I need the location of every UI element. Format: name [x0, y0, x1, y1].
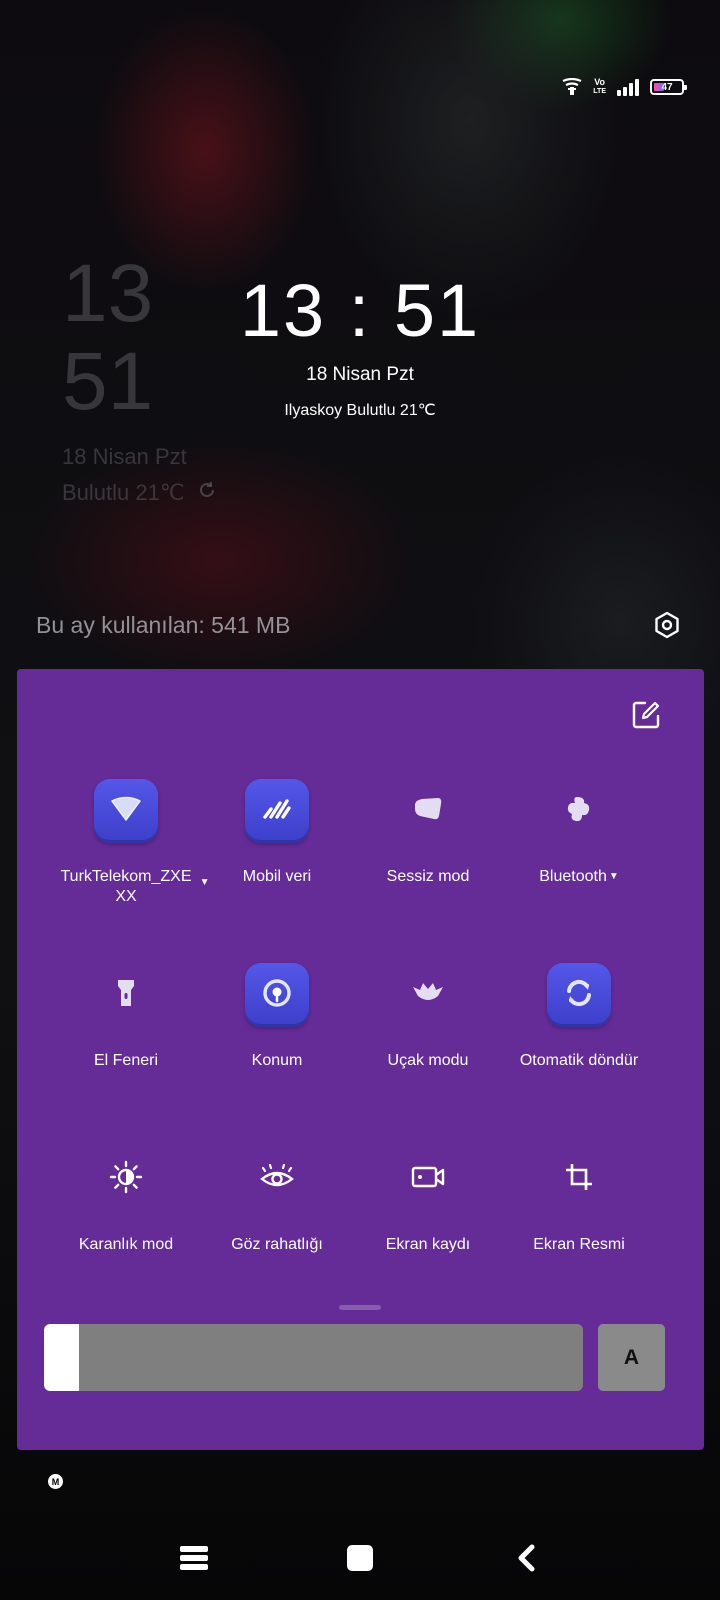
tile-auto-rotate[interactable]: Otomatik döndür [494, 963, 664, 1071]
background-weather: Bulutlu 21℃ [62, 480, 217, 506]
back-icon [515, 1544, 537, 1577]
home-button[interactable] [330, 1530, 390, 1590]
battery-icon: 47 [650, 79, 687, 95]
airplane-mode-tile-icon-box[interactable] [396, 963, 460, 1027]
screenshot-tile-icon-box[interactable] [547, 1147, 611, 1211]
clock-date: 18 Nisan Pzt [306, 364, 414, 385]
settings-icon [654, 611, 680, 644]
screen-record-icon [411, 1165, 445, 1194]
battery-level: 47 [661, 81, 673, 93]
eye-comfort-label: Göz rahatlığı [231, 1236, 323, 1253]
flashlight-icon [114, 977, 138, 1014]
tile-silent-mode[interactable]: Sessiz mod [343, 779, 513, 887]
mobile-data-icon [261, 797, 293, 826]
menu-icon [179, 1545, 209, 1576]
brightness-slider-fill [44, 1324, 80, 1391]
menu-button[interactable] [164, 1530, 224, 1590]
eye-comfort-tile-icon-box[interactable] [245, 1147, 309, 1211]
wifi-icon [110, 796, 142, 827]
tile-screenshot[interactable]: Ekran Resmi [494, 1147, 664, 1255]
auto-brightness-label: A [623, 1345, 640, 1369]
volte-label-bottom: LTE [593, 88, 606, 95]
auto-brightness-button[interactable]: A [598, 1324, 665, 1391]
tile-bluetooth[interactable]: Bluetooth ▼ [494, 779, 664, 887]
panel-drag-handle[interactable] [339, 1305, 381, 1310]
dark-mode-icon [109, 1160, 143, 1199]
auto-rotate-icon [563, 977, 595, 1014]
background-date: 18 Nisan Pzt [62, 444, 187, 469]
location-label: Konum [251, 1052, 303, 1069]
bluetooth-label: Bluetooth [539, 868, 607, 886]
volte-label-top: Vo [594, 77, 606, 87]
auto-rotate-label: Otomatik döndür [519, 1052, 639, 1069]
screen-record-tile-icon-box[interactable] [396, 1147, 460, 1211]
background-weather-text: Bulutlu 21℃ [62, 480, 185, 505]
bluetooth-icon [565, 794, 593, 829]
tile-screen-record[interactable]: Ekran kaydı [343, 1147, 513, 1255]
clock-time: 13 : 51 [239, 269, 481, 352]
tile-eye-comfort[interactable]: Göz rahatlığı [192, 1147, 362, 1255]
home-icon [346, 1544, 374, 1577]
silent-mode-icon [412, 796, 444, 827]
volte-icon: Vo LTE [593, 78, 606, 96]
edit-button[interactable] [628, 699, 664, 735]
notification-badge: M [48, 1474, 63, 1489]
airplane-mode-label: Uçak modu [387, 1052, 469, 1069]
wifi-label-line2: XX [115, 888, 137, 905]
auto-rotate-tile-icon-box[interactable] [547, 963, 611, 1027]
wifi-label: TurkTelekom_ZXE [60, 868, 192, 885]
flashlight-tile-icon-box[interactable] [94, 963, 158, 1027]
data-usage-text: Bu ay kullanılan: 541 MB [36, 612, 291, 638]
quick-settings-panel: TurkTelekom_ZXE XX ▼ Mobil veri Sessiz mod… [17, 669, 704, 1450]
tile-wifi[interactable]: TurkTelekom_ZXE XX ▼ [41, 779, 211, 907]
tile-location[interactable]: Konum [192, 963, 362, 1071]
wifi-tile-icon-box[interactable] [94, 779, 158, 843]
dark-mode-tile-icon-box[interactable] [94, 1147, 158, 1211]
flashlight-label: El Feneri [93, 1052, 159, 1069]
hotspot-icon [561, 78, 583, 96]
edit-icon [631, 700, 661, 735]
airplane-mode-icon [411, 981, 445, 1010]
silent-mode-tile-icon-box[interactable] [396, 779, 460, 843]
tile-mobile-data[interactable]: Mobil veri [192, 779, 362, 887]
back-button[interactable] [496, 1530, 556, 1590]
mobile-data-label: Mobil veri [242, 868, 312, 885]
screenshot-label: Ekran Resmi [533, 1236, 625, 1253]
location-tile-icon-box[interactable] [245, 963, 309, 1027]
dark-mode-label: Karanlık mod [78, 1236, 174, 1253]
silent-mode-label: Sessiz mod [386, 868, 470, 885]
settings-button[interactable] [652, 611, 682, 644]
brightness-slider[interactable] [44, 1324, 583, 1391]
tile-dark-mode[interactable]: Karanlık mod [41, 1147, 211, 1255]
refresh-icon [197, 480, 217, 506]
screenshot-icon [563, 1161, 595, 1198]
bluetooth-dropdown-icon[interactable]: ▼ [609, 871, 619, 882]
status-bar: Vo LTE 47 [561, 78, 687, 96]
weather-info: Ilyaskoy Bulutlu 21℃ [284, 402, 436, 419]
screen-record-label: Ekran kaydı [385, 1236, 471, 1253]
location-icon [261, 977, 293, 1014]
tile-flashlight[interactable]: El Feneri [41, 963, 211, 1071]
signal-icon [616, 78, 640, 96]
bluetooth-tile-icon-box[interactable] [547, 779, 611, 843]
mobile-data-tile-icon-box[interactable] [245, 779, 309, 843]
tile-airplane-mode[interactable]: Uçak modu [343, 963, 513, 1071]
eye-comfort-icon [259, 1163, 295, 1196]
